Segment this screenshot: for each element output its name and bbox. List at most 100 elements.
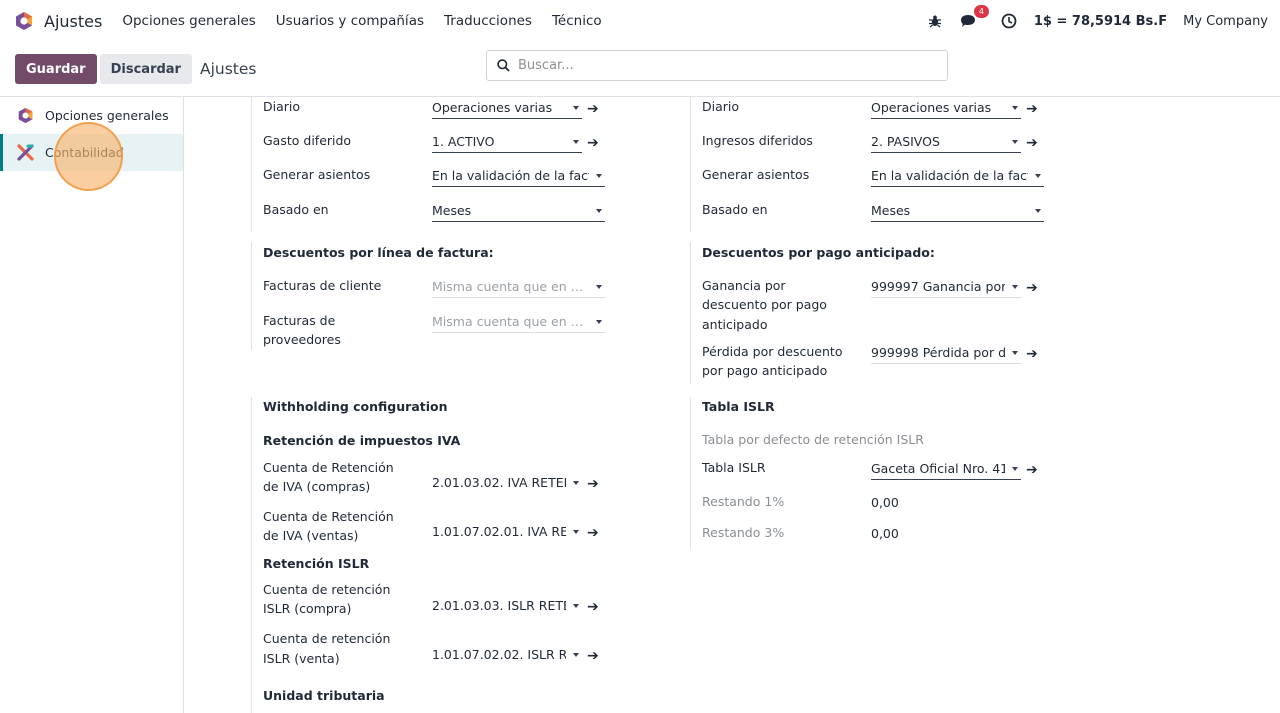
search-bar[interactable] — [486, 50, 948, 81]
control-panel: Guardar Discardar Ajustes — [0, 42, 1280, 97]
label-facturas-proveedores-2: proveedores — [263, 332, 341, 347]
chevron-down-icon — [596, 209, 602, 213]
main-menu: Opciones generales Usuarios y compañías … — [122, 13, 601, 29]
label-iva-ventas-2: de IVA (ventas) — [263, 528, 359, 543]
label-gasto-diferido: Gasto diferido — [263, 133, 352, 148]
heading-tabla-islr: Tabla ISLR — [702, 399, 775, 414]
label-ingresos-diferidos: Ingresos diferidos — [702, 133, 813, 148]
select-perdida[interactable]: 999998 Pérdida por descuento — [871, 342, 1021, 364]
label-iva-compras-2: de IVA (compras) — [263, 479, 371, 494]
select-diario-left[interactable]: Operaciones varias — [432, 97, 582, 119]
chevron-down-icon — [596, 320, 602, 324]
label-diario-left: Diario — [263, 99, 301, 114]
left-discount-section — [251, 242, 252, 350]
heading-withholding: Withholding configuration — [263, 399, 448, 414]
right-discount-section — [690, 242, 691, 384]
search-input[interactable] — [518, 58, 918, 73]
select-iva-ventas[interactable]: 1.01.07.02.01. IVA RETENIDO — [432, 521, 582, 543]
page-title: Ajustes — [199, 60, 257, 78]
search-icon — [497, 59, 510, 72]
select-generar-asientos-left[interactable]: En la validación de la factura — [432, 165, 605, 187]
label-ganancia-2: descuento por pago — [702, 297, 827, 312]
chevron-down-icon — [1012, 285, 1018, 289]
label-iva-compras-1: Cuenta de Retención — [263, 460, 394, 475]
clock-icon[interactable] — [1000, 12, 1018, 30]
chevron-down-icon — [596, 174, 602, 178]
label-iva-ventas-1: Cuenta de Retención — [263, 509, 394, 524]
accounting-icon — [17, 144, 34, 161]
odoo-settings-logo-icon[interactable] — [14, 11, 34, 31]
right-islr-section — [690, 397, 691, 549]
select-ganancia[interactable]: 999997 Ganancia por descuento — [871, 276, 1021, 298]
menu-traducciones[interactable]: Traducciones — [444, 13, 532, 29]
chevron-down-icon — [573, 604, 579, 608]
navbar-right: 4 1$ = 78,5914 Bs.F My Company — [926, 5, 1268, 30]
label-facturas-cliente: Facturas de cliente — [263, 278, 382, 293]
select-basado-en-left[interactable]: Meses — [432, 200, 605, 222]
tabla-islr-description: Tabla por defecto de retención ISLR — [702, 432, 924, 447]
arrow-right-icon[interactable]: ➔ — [1026, 347, 1038, 361]
heading-retencion-islr: Retención ISLR — [263, 556, 370, 571]
select-islr-venta[interactable]: 1.01.07.02.02. ISLR RETENIDO — [432, 644, 582, 666]
label-diario-right: Diario — [702, 99, 740, 114]
select-ingresos-diferidos[interactable]: 2. PASIVOS — [871, 131, 1021, 153]
discard-button[interactable]: Discardar — [99, 54, 192, 84]
odoo-logo-icon — [18, 107, 33, 124]
select-islr-compra[interactable]: 2.01.03.03. ISLR RETENIDO — [432, 595, 582, 617]
arrow-right-icon[interactable]: ➔ — [587, 526, 599, 540]
select-tabla-islr[interactable]: Gaceta Oficial Nro. 41.8 — [871, 458, 1021, 480]
chevron-down-icon — [573, 140, 579, 144]
company-switcher[interactable]: My Company — [1183, 14, 1268, 29]
messages-badge: 4 — [973, 5, 989, 18]
select-facturas-proveedores[interactable]: Misma cuenta que en el producto — [432, 311, 605, 333]
label-islr-venta-1: Cuenta de retención — [263, 631, 391, 646]
arrow-right-icon[interactable]: ➔ — [587, 600, 599, 614]
menu-opciones-generales[interactable]: Opciones generales — [122, 13, 255, 29]
arrow-right-icon[interactable]: ➔ — [1026, 463, 1038, 477]
chevron-down-icon — [596, 285, 602, 289]
chevron-down-icon — [573, 530, 579, 534]
left-deferred-section — [251, 97, 252, 232]
settings-sidebar: Opciones generales Contabilidad — [0, 97, 184, 713]
arrow-right-icon[interactable]: ➔ — [587, 477, 599, 491]
arrow-right-icon[interactable]: ➔ — [1026, 136, 1038, 150]
select-diario-right[interactable]: Operaciones varias — [871, 97, 1021, 119]
chevron-down-icon — [1012, 351, 1018, 355]
select-gasto-diferido[interactable]: 1. ACTIVO — [432, 131, 582, 153]
messages-icon[interactable]: 4 — [960, 5, 989, 30]
app-name[interactable]: Ajustes — [44, 12, 102, 31]
label-tabla-islr: Tabla ISLR — [702, 460, 766, 475]
sidebar-item-label: Opciones generales — [45, 108, 169, 123]
heading-descuentos-linea: Descuentos por línea de factura: — [263, 245, 494, 260]
label-basado-en-right: Basado en — [702, 202, 768, 217]
label-perdida-2: por pago anticipado — [702, 363, 828, 378]
chevron-down-icon — [573, 481, 579, 485]
sidebar-item-opciones-generales[interactable]: Opciones generales — [0, 97, 183, 134]
sidebar-item-contabilidad[interactable]: Contabilidad — [0, 134, 183, 171]
label-generar-asientos-right: Generar asientos — [702, 167, 810, 182]
select-generar-asientos-right[interactable]: En la validación de la factura — [871, 165, 1044, 187]
label-basado-en-left: Basado en — [263, 202, 329, 217]
settings-content: Diario Operaciones varias ➔ Gasto diferi… — [185, 97, 1280, 713]
arrow-right-icon[interactable]: ➔ — [587, 649, 599, 663]
value-restando-3: 0,00 — [871, 526, 899, 541]
arrow-right-icon[interactable]: ➔ — [587, 102, 599, 116]
arrow-right-icon[interactable]: ➔ — [1026, 102, 1038, 116]
save-button[interactable]: Guardar — [15, 54, 97, 84]
top-navbar: Ajustes Opciones generales Usuarios y co… — [0, 0, 1280, 42]
arrow-right-icon[interactable]: ➔ — [587, 136, 599, 150]
select-facturas-cliente[interactable]: Misma cuenta que en el producto — [432, 276, 605, 298]
menu-tecnico[interactable]: Técnico — [552, 13, 602, 29]
select-basado-en-right[interactable]: Meses — [871, 200, 1044, 222]
bug-icon[interactable] — [926, 12, 944, 30]
label-islr-venta-2: ISLR (venta) — [263, 651, 340, 666]
menu-usuarios-companias[interactable]: Usuarios y compañías — [276, 13, 424, 29]
heading-retencion-iva: Retención de impuestos IVA — [263, 433, 461, 448]
select-iva-compras[interactable]: 2.01.03.02. IVA RETENIDO — [432, 472, 582, 494]
label-restando-1: Restando 1% — [702, 494, 785, 509]
label-generar-asientos-left: Generar asientos — [263, 167, 371, 182]
left-withholding-section — [251, 397, 252, 713]
sidebar-item-label: Contabilidad — [45, 145, 124, 160]
label-ganancia-1: Ganancia por — [702, 278, 786, 293]
arrow-right-icon[interactable]: ➔ — [1026, 281, 1038, 295]
